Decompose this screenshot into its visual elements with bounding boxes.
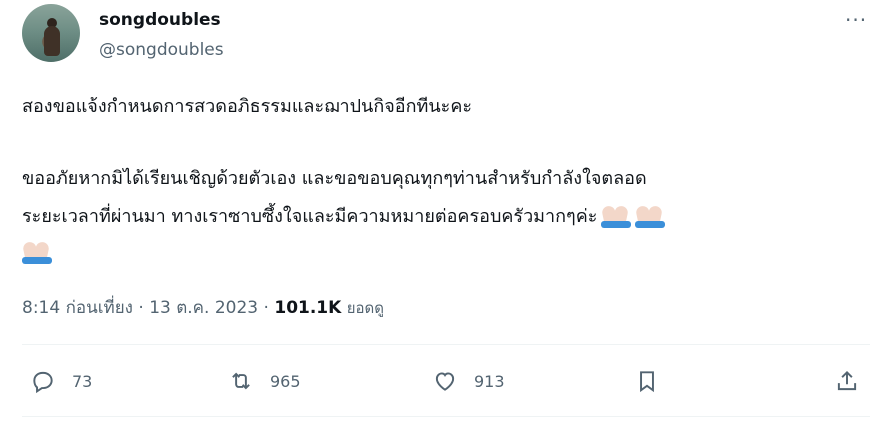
bookmark-button[interactable] [634,368,660,394]
folded-hands-emoji [601,204,632,228]
share-button[interactable] [834,368,860,394]
author-handle[interactable]: @songdoubles [99,40,224,60]
tweet-text-line-4 [22,240,872,265]
divider [22,416,870,417]
like-count: 913 [474,371,505,391]
tweet-time[interactable]: 8:14 ก่อนเที่ยง [22,298,133,318]
tweet-text-line-2: ขออภัยหากมิได้เรียนเชิญด้วยตัวเอง และขอข… [22,168,647,189]
repost-icon [232,372,250,390]
more-horizontal-icon[interactable]: ··· [845,8,867,32]
repost-count: 965 [270,371,301,391]
avatar-figure [44,26,60,56]
bookmark-icon [640,371,654,393]
like-button[interactable]: 913 [432,368,505,394]
reply-button[interactable]: 73 [30,368,92,394]
divider [22,344,870,345]
action-bar: 73 965 913 [0,360,891,404]
folded-hands-emoji [22,240,52,264]
share-icon [837,370,857,391]
tweet-text-line-1: สองขอแจ้งกำหนดการสวดอภิธรรมและฌาปนกิจอีก… [22,96,473,117]
folded-hands-emoji [635,204,666,228]
tweet-card: songdoubles @songdoubles ··· สองขอแจ้งกำ… [0,0,891,427]
tweet-text-line-3: ระยะเวลาที่ผ่านมา ทางเราซาบซึ้งใจและมีคว… [22,204,872,229]
reply-count: 73 [72,371,93,391]
author-name[interactable]: songdoubles [99,10,221,30]
views-count: 101.1K [274,298,342,318]
reply-icon [33,371,53,394]
meta-separator: · [263,298,275,318]
tweet-meta: 8:14 ก่อนเที่ยง · 13 ต.ค. 2023 · 101.1K … [22,294,384,321]
repost-button[interactable]: 965 [228,368,301,394]
tweet-text-line-3-text: ระยะเวลาที่ผ่านมา ทางเราซาบซึ้งใจและมีคว… [22,206,598,227]
tweet-date[interactable]: 13 ต.ค. 2023 [149,298,258,318]
meta-separator: · [138,298,150,318]
avatar[interactable] [22,4,80,62]
heart-icon [435,372,455,391]
views-label: ยอดดู [346,299,384,317]
